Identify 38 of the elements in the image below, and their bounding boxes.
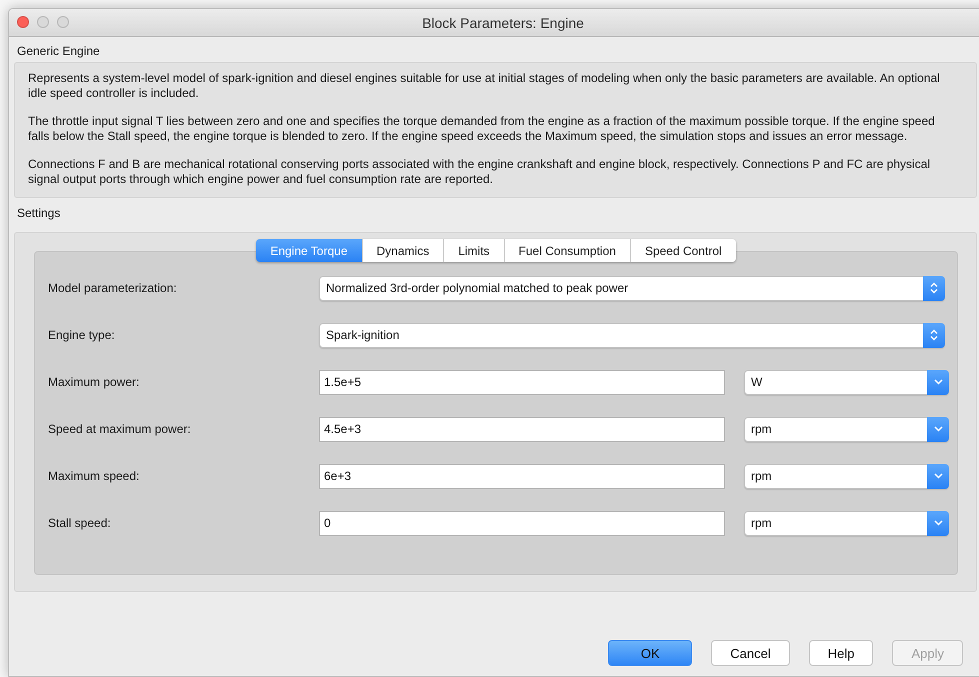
unit-dropdown[interactable]: rpm — [744, 464, 949, 488]
tab[interactable]: Speed Control — [630, 239, 736, 262]
chevron-down-icon — [934, 473, 942, 479]
minimize-button[interactable] — [37, 16, 49, 28]
description-paragraph: Represents a system-level model of spark-ignition and diesel engines suitable for use at initial stages of modeling when only the basic parameters are available. An optional idle speed controller is included. — [28, 71, 941, 101]
value-field[interactable]: 0 — [319, 510, 725, 536]
dialog-button[interactable]: Cancel — [711, 640, 790, 666]
dropdown[interactable]: Normalized 3rd-order polynomial matched to peak power — [319, 276, 945, 300]
up-down-arrows-icon — [930, 329, 938, 341]
tab[interactable]: Limits — [443, 239, 504, 262]
close-button[interactable] — [17, 16, 29, 28]
parameter-label: Stall speed: — [48, 516, 112, 530]
zoom-button[interactable] — [57, 16, 69, 28]
parameter-label: Maximum speed: — [48, 469, 140, 483]
value-field[interactable]: 6e+3 — [319, 464, 725, 488]
dialog-button[interactable]: OK — [608, 640, 692, 666]
tab[interactable]: Dynamics — [362, 239, 444, 262]
dropdown[interactable]: Spark-ignition — [319, 322, 945, 348]
dialog-button[interactable]: Help — [808, 640, 874, 666]
description-paragraph: Connections F and B are mechanical rotational conserving ports associated with the engine crankshaft and engine block, respectively. Connections P and FC are physical signal output ports through which engine power and fuel consumption rate are reported. — [28, 157, 932, 187]
tab[interactable]: Fuel Consumption — [504, 239, 630, 262]
parameter-label: Speed at maximum power: — [48, 422, 192, 436]
window-title: Block Parameters: Engine — [422, 14, 584, 30]
unit-dropdown[interactable]: rpm — [744, 510, 949, 536]
parameter-label: Model parameterization: — [48, 281, 178, 295]
chevron-down-icon — [934, 426, 942, 432]
description-paragraph: The throttle input signal T lies between zero and one and specifies the torque demanded from the engine as a fraction of the maximum possible torque. If the engine speed falls below the Stall speed, the engine torque is blended to zero. If the engine speed exceeds the Maximum speed, the simulation stops and issues an error message. — [28, 114, 936, 144]
value-field[interactable]: 1.5e+5 — [319, 370, 725, 394]
section-heading: Settings — [16, 205, 62, 222]
section-heading: Generic Engine — [16, 43, 101, 60]
chevron-down-icon — [934, 379, 942, 385]
parameter-label: Engine type: — [48, 328, 116, 342]
parameter-label: Maximum power: — [48, 375, 140, 389]
chevron-down-icon — [934, 520, 942, 526]
unit-dropdown[interactable]: rpm — [744, 416, 949, 442]
up-down-arrows-icon — [930, 282, 938, 294]
value-field[interactable]: 4.5e+3 — [319, 416, 725, 442]
unit-dropdown[interactable]: W — [744, 370, 949, 394]
